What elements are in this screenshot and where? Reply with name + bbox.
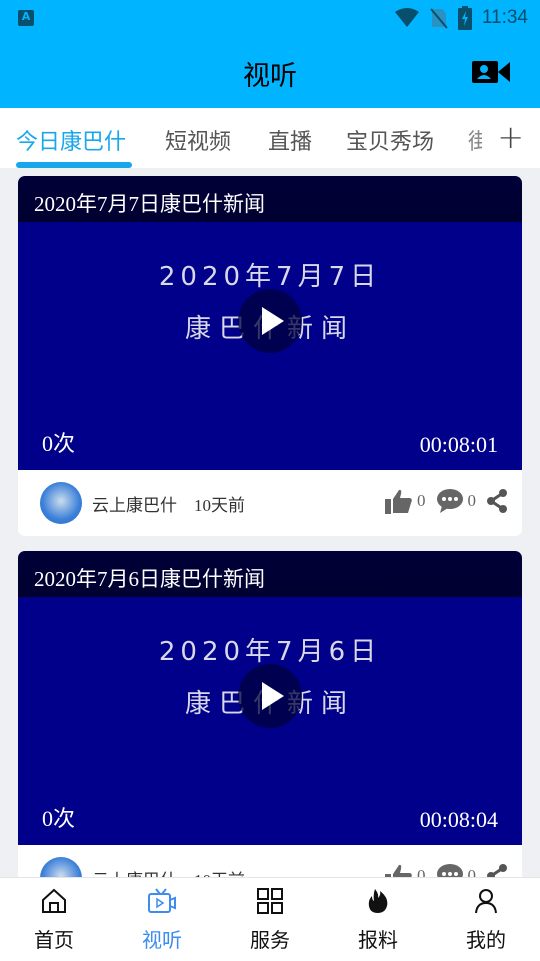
tv-play-icon — [148, 888, 176, 913]
nav-home[interactable]: 首页 — [0, 878, 108, 953]
video-thumbnail[interactable]: 2020年7月7日康巴什新闻 2020年7月7日 康巴什新闻 0次 00:08:… — [18, 176, 522, 470]
nav-label: 服务 — [250, 928, 290, 952]
channel-tabs: 今日康巴什 短视频 直播 宝贝秀场 街 + — [0, 108, 540, 168]
tab-short-video[interactable]: 短视频 — [165, 124, 231, 156]
play-icon[interactable] — [238, 664, 302, 728]
view-count: 0次 — [42, 431, 76, 456]
thumbnail-date: 2020年7月7日 — [158, 262, 382, 292]
video-camera-icon[interactable] — [472, 60, 510, 84]
nav-label: 报料 — [358, 928, 398, 952]
comment-count: 0 — [467, 491, 477, 510]
tab-baby-show[interactable]: 宝贝秀场 — [346, 124, 434, 156]
comment-icon[interactable] — [436, 488, 464, 514]
video-card[interactable]: 2020年7月7日康巴什新闻 2020年7月7日 康巴什新闻 0次 00:08:… — [18, 176, 522, 536]
bottom-navigation: 首页 视听 服务 报料 我的 — [0, 877, 540, 961]
nav-me[interactable]: 我的 — [432, 878, 540, 953]
avatar — [40, 482, 82, 524]
video-duration: 00:08:01 — [419, 432, 498, 457]
thumbs-up-icon[interactable] — [385, 488, 413, 514]
nav-report[interactable]: 报料 — [324, 878, 432, 953]
status-bar: A 11:34 — [0, 0, 540, 36]
keyboard-icon: A — [18, 10, 34, 26]
video-title: 2020年7月6日康巴什新闻 — [34, 567, 265, 591]
nav-label: 我的 — [466, 928, 506, 952]
video-card[interactable]: 2020年7月6日康巴什新闻 2020年7月6日 康巴什新闻 0次 00:08:… — [18, 551, 522, 911]
nav-label: 首页 — [34, 928, 74, 952]
wifi-icon — [394, 8, 419, 27]
video-duration: 00:08:04 — [419, 807, 498, 832]
app-bar: 视听 — [0, 36, 540, 108]
active-tab-indicator — [16, 162, 132, 168]
video-thumbnail[interactable]: 2020年7月6日康巴什新闻 2020年7月6日 康巴什新闻 0次 00:08:… — [18, 551, 522, 845]
video-title: 2020年7月7日康巴什新闻 — [34, 192, 265, 216]
fire-icon — [368, 889, 388, 913]
plus-icon[interactable]: + — [497, 118, 524, 156]
page-title: 视听 — [243, 61, 297, 92]
nav-services[interactable]: 服务 — [216, 878, 324, 953]
tab-today-kangbashi[interactable]: 今日康巴什 — [16, 124, 126, 156]
like-count: 0 — [417, 491, 426, 510]
share-icon[interactable] — [486, 489, 508, 513]
play-icon[interactable] — [238, 289, 302, 353]
home-icon — [42, 888, 66, 913]
clock: 11:34 — [481, 7, 528, 28]
grid-icon — [257, 888, 283, 914]
no-sim-icon — [430, 8, 448, 29]
nav-label: 视听 — [142, 928, 182, 952]
thumbnail-date: 2020年7月6日 — [158, 637, 382, 667]
user-icon — [475, 889, 497, 914]
tab-live[interactable]: 直播 — [268, 124, 312, 156]
publish-time: 10天前 — [194, 496, 245, 515]
battery-charging-icon — [457, 6, 472, 30]
card-footer: 云上康巴什 10天前 0 0 — [18, 470, 522, 536]
nav-media[interactable]: 视听 — [108, 878, 216, 953]
view-count: 0次 — [42, 806, 76, 831]
tab-street[interactable]: 街 — [468, 124, 482, 156]
source-name: 云上康巴什 — [92, 496, 177, 516]
